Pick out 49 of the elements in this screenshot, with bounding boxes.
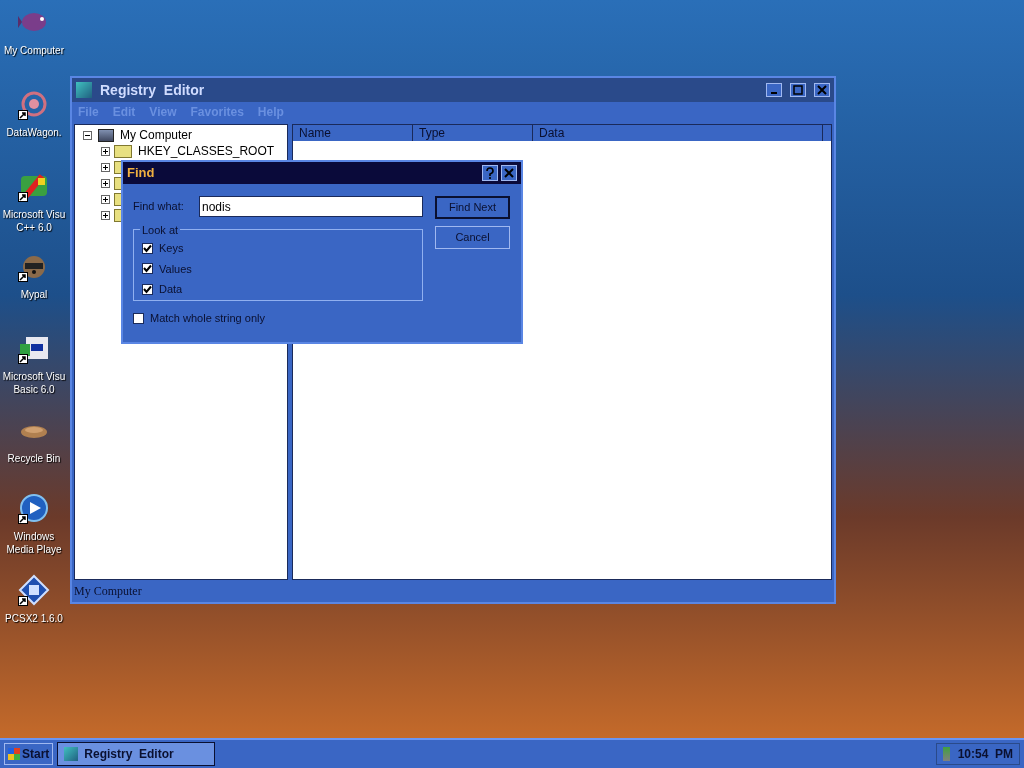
desktop-icon-label[interactable]: Windows Media Playe [0, 530, 68, 556]
checkbox-label: Keys [159, 241, 184, 256]
maximize-icon [793, 85, 803, 95]
close-button[interactable] [501, 165, 517, 181]
expand-icon[interactable] [101, 178, 110, 188]
desktop-icon-label[interactable]: DataWagon. [0, 126, 68, 139]
status-text: My Computer [73, 583, 143, 600]
expand-icon[interactable] [101, 194, 110, 204]
dialog-button[interactable]: Find Next [435, 196, 510, 219]
close-icon [817, 85, 827, 95]
minimize-button[interactable] [766, 83, 782, 97]
checkbox-label: Values [159, 261, 192, 277]
desktop-icon-label[interactable]: My Computer [0, 44, 68, 57]
maximize-button[interactable] [790, 83, 806, 97]
desktop-icon-label[interactable]: PCSX2 1.6.0 [0, 612, 68, 625]
tree-item[interactable]: My Computer [120, 126, 193, 144]
desktop-icon-label[interactable]: Recycle Bin [0, 452, 68, 465]
help-icon [485, 167, 495, 179]
desktop-icon-label[interactable]: Mypal [0, 288, 68, 301]
desktop-icon-label[interactable]: Microsoft Visu Basic 6.0 [0, 370, 68, 396]
start-button[interactable]: Start [4, 743, 54, 765]
taskbar-button[interactable]: Registry Editor [57, 742, 216, 766]
column-header[interactable]: Name [293, 125, 413, 141]
checkbox-label: Data [159, 282, 183, 297]
column-header[interactable]: Data [533, 125, 823, 141]
close-icon [504, 168, 514, 178]
desktop-icon-label[interactable]: Microsoft Visu C++ 6.0 [0, 208, 68, 234]
expand-icon[interactable] [101, 146, 110, 156]
find-label: Find what: [133, 199, 185, 215]
clock: 10:54 PM [957, 746, 1013, 763]
close-button[interactable] [814, 83, 830, 97]
expand-icon[interactable] [101, 210, 110, 220]
checkbox[interactable] [133, 312, 144, 324]
expand-icon[interactable] [101, 162, 110, 172]
checkbox[interactable] [142, 283, 153, 295]
column-header[interactable]: Type [413, 125, 533, 141]
window-title: Registry Editor [100, 80, 206, 100]
tree-item[interactable]: HKEY_CLASSES_ROOT [138, 142, 275, 160]
windows-logo-icon [8, 748, 20, 760]
checkbox[interactable] [142, 263, 153, 275]
dialog-button[interactable]: Cancel [435, 226, 510, 249]
dialog-title: Find [127, 164, 156, 183]
checkbox-label: Match whole string only [150, 311, 265, 326]
help-button[interactable] [482, 165, 498, 181]
collapse-icon[interactable] [83, 130, 92, 140]
find-field[interactable]: nodis [199, 196, 423, 217]
folder-icon [114, 144, 132, 158]
minimize-icon [771, 92, 777, 94]
checkbox[interactable] [142, 242, 153, 254]
